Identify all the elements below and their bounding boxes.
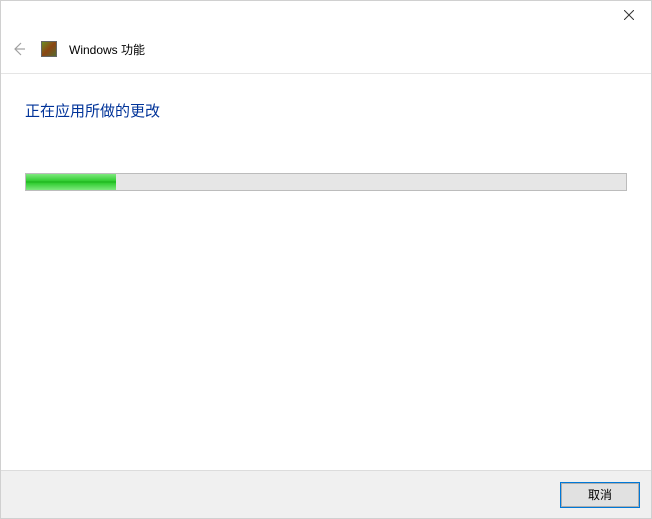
page-heading: 正在应用所做的更改	[25, 100, 627, 121]
back-button	[9, 39, 29, 59]
close-button[interactable]	[606, 1, 651, 29]
close-icon	[624, 10, 634, 20]
header: Windows 功能	[1, 31, 651, 73]
progress-fill	[26, 174, 116, 190]
titlebar	[1, 1, 651, 31]
progress-bar	[25, 173, 627, 191]
window-title: Windows 功能	[69, 41, 145, 58]
app-icon	[41, 41, 57, 57]
footer: 取消	[1, 470, 651, 518]
content-area: 正在应用所做的更改	[1, 74, 651, 191]
arrow-left-icon	[11, 41, 27, 57]
cancel-button[interactable]: 取消	[561, 483, 639, 507]
